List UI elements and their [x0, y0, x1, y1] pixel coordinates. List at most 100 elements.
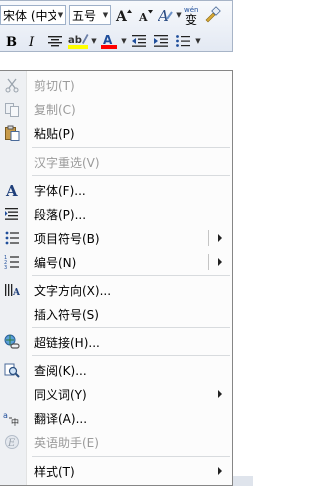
menu-separator: [32, 147, 230, 148]
grow-font-icon: A: [115, 9, 132, 23]
menu-item-translate[interactable]: a中 翻译(A)...: [0, 406, 232, 430]
menu-item-label: 英语助手(E): [34, 436, 99, 450]
status-bar-strip: [233, 476, 253, 486]
paste-icon: [3, 124, 21, 142]
menu-item-synonyms[interactable]: 同义词(Y): [0, 382, 232, 406]
chevron-down-icon[interactable]: ▼: [56, 6, 65, 24]
split-divider: [208, 230, 209, 246]
submenu-arrow-icon[interactable]: [218, 234, 222, 242]
copy-icon: [3, 100, 21, 118]
submenu-arrow-icon[interactable]: [218, 258, 222, 266]
menu-item-paragraph[interactable]: 段落(P)...: [0, 202, 232, 226]
menu-item-hyperlink[interactable]: 超链接(H)...: [0, 330, 232, 354]
svg-text:中: 中: [11, 417, 19, 426]
menu-item-numbering[interactable]: 123 编号(N): [0, 250, 232, 274]
menu-item-cut[interactable]: 剪切(T): [0, 73, 232, 97]
menu-item-label: 剪切(T): [34, 79, 75, 93]
submenu-arrow-icon[interactable]: [218, 467, 222, 475]
hyperlink-icon: [3, 333, 21, 351]
menu-separator: [32, 355, 230, 356]
menu-item-english-assistant[interactable]: E 英语助手(E): [0, 430, 232, 454]
svg-text:A: A: [115, 9, 128, 23]
font-color-letter: A: [103, 33, 113, 47]
shrink-font-button[interactable]: A: [135, 4, 157, 26]
svg-text:E: E: [7, 438, 16, 449]
styles-icon: A: [158, 7, 173, 23]
font-name-value: 宋体 (中文: [3, 8, 56, 23]
translate-icon: a中: [3, 409, 21, 427]
font-icon: A: [3, 181, 21, 199]
menu-item-bullets[interactable]: 项目符号(B): [0, 226, 232, 250]
numbering-icon: 123: [3, 253, 21, 271]
decrease-indent-icon: [132, 35, 146, 47]
chevron-down-icon[interactable]: ▼: [120, 37, 128, 45]
menu-item-label: 插入符号(S): [34, 308, 99, 322]
svg-text:I: I: [28, 35, 35, 48]
menu-item-lookup[interactable]: 查阅(K)...: [0, 358, 232, 382]
menu-item-label: 文字方向(X)...: [34, 284, 112, 298]
bold-button[interactable]: B: [0, 30, 22, 52]
chevron-down-icon[interactable]: ▼: [175, 11, 183, 19]
lookup-icon: [3, 361, 21, 379]
menu-item-label: 项目符号(B): [34, 232, 100, 246]
italic-button[interactable]: I: [22, 30, 44, 52]
menu-item-label: 翻译(A)...: [34, 412, 88, 426]
menu-item-label: 样式(T): [34, 465, 75, 479]
menu-separator: [32, 327, 230, 328]
format-painter-button[interactable]: [203, 4, 221, 26]
svg-text:A: A: [12, 288, 20, 298]
document-area: [233, 52, 253, 486]
center-align-icon: [48, 36, 62, 47]
increase-indent-icon: [154, 35, 168, 47]
decrease-indent-button[interactable]: [128, 30, 150, 52]
center-align-button[interactable]: [44, 30, 66, 52]
shrink-font-icon: A: [138, 10, 153, 23]
menu-item-text-direction[interactable]: A 文字方向(X)...: [0, 278, 232, 302]
font-name-combo[interactable]: 宋体 (中文 ▼: [0, 5, 66, 25]
chevron-down-icon[interactable]: ▼: [101, 6, 110, 24]
styles-button[interactable]: A: [157, 4, 175, 26]
chevron-down-icon[interactable]: ▼: [194, 37, 202, 45]
grow-font-button[interactable]: A: [113, 4, 135, 26]
menu-item-paste[interactable]: 粘贴(P): [0, 121, 232, 145]
menu-item-label: 字体(F)...: [34, 184, 86, 198]
bullets-button[interactable]: [172, 30, 194, 52]
menu-item-copy[interactable]: 复制(C): [0, 97, 232, 121]
font-size-combo[interactable]: 五号 ▼: [69, 5, 111, 25]
font-size-value: 五号: [72, 8, 97, 23]
font-color-button[interactable]: A: [98, 30, 120, 52]
menu-item-label: 段落(P)...: [34, 208, 87, 222]
svg-text:A: A: [138, 11, 148, 23]
increase-indent-button[interactable]: [150, 30, 172, 52]
mini-toolbar-row-2: B I ab ▼ A ▼ ▼: [0, 29, 202, 53]
text-direction-icon: A: [3, 281, 21, 299]
scissors-icon: [3, 76, 21, 94]
menu-item-insert-symbol[interactable]: 插入符号(S): [0, 302, 232, 326]
bullets-icon: [3, 229, 21, 247]
font-color-icon: A: [101, 33, 117, 49]
highlight-button[interactable]: ab: [66, 30, 90, 52]
menu-item-reconvert[interactable]: 汉字重选(V): [0, 150, 232, 174]
menu-item-styles[interactable]: 样式(T): [0, 459, 232, 483]
english-assistant-icon: E: [3, 433, 21, 451]
svg-text:A: A: [5, 182, 18, 198]
italic-icon: I: [28, 35, 35, 48]
menu-item-font[interactable]: A 字体(F)...: [0, 178, 232, 202]
mini-toolbar-row-1: 宋体 (中文 ▼ 五号 ▼ A A A ▼ wén 变: [0, 3, 221, 27]
menu-separator: [32, 456, 230, 457]
context-menu: 剪切(T) 复制(C) 粘贴(P) 汉字重选(V) A 字体(F)... 段落(…: [0, 70, 233, 486]
paragraph-icon: [3, 205, 21, 223]
menu-item-label: 编号(N): [34, 256, 77, 270]
svg-text:B: B: [6, 35, 17, 48]
menu-item-label: 超链接(H)...: [34, 336, 100, 350]
highlight-icon: ab: [68, 34, 89, 49]
submenu-arrow-icon[interactable]: [218, 390, 222, 398]
menu-separator: [32, 175, 230, 176]
phonetic-guide-button[interactable]: wén 变: [183, 4, 203, 26]
chevron-down-icon[interactable]: ▼: [90, 37, 98, 45]
svg-text:a: a: [3, 411, 8, 420]
menu-separator: [32, 275, 230, 276]
menu-item-label: 同义词(Y): [34, 388, 87, 402]
menu-item-label: 汉字重选(V): [34, 156, 100, 170]
svg-text:3: 3: [4, 265, 7, 270]
